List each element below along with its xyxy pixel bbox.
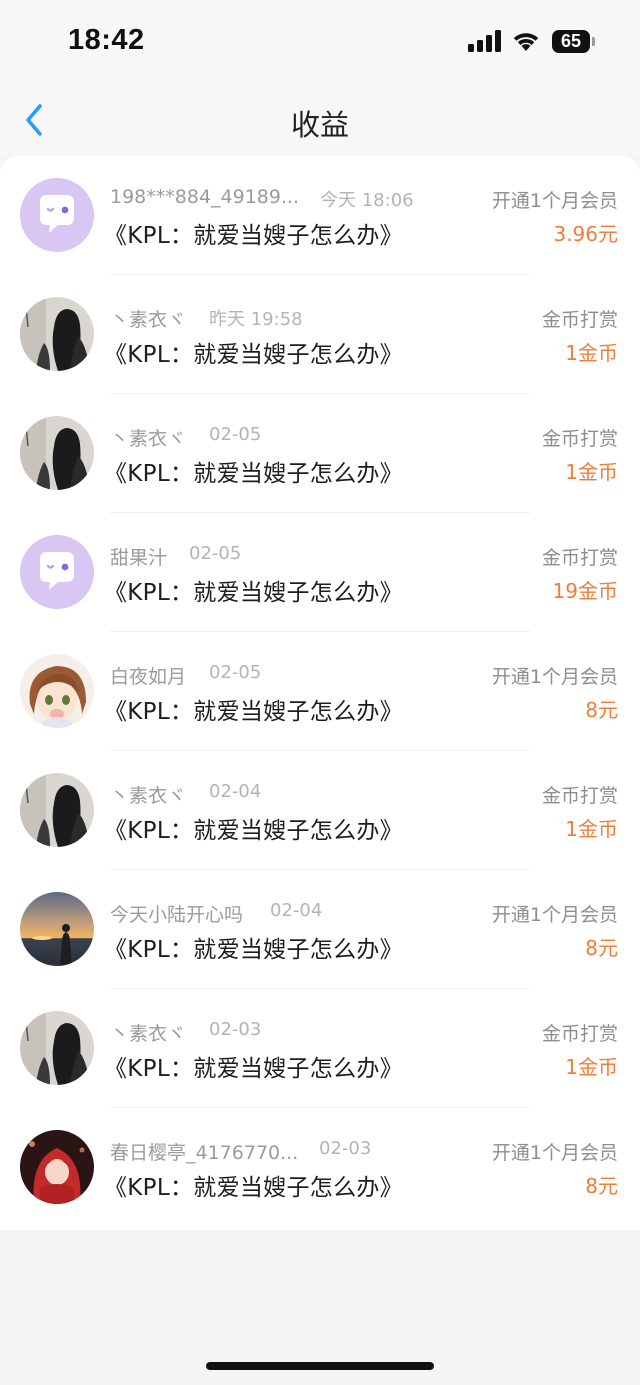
work-title: 《KPL：就爱当嫂子怎么办》: [104, 580, 403, 606]
list-item[interactable]: 丶素衣ヾ 02-05 《KPL：就爱当嫂子怎么办》 金币打赏 1金币: [0, 394, 640, 513]
list-item[interactable]: 丶素衣ヾ 昨天 19:58 《KPL：就爱当嫂子怎么办》 金币打赏 1金币: [0, 275, 640, 394]
list-item[interactable]: 丶素衣ヾ 02-03 《KPL：就爱当嫂子怎么办》 金币打赏 1金币: [0, 989, 640, 1108]
timestamp: 02-05: [209, 424, 262, 445]
amount: 3.96元: [553, 222, 618, 246]
transaction-type: 开通1个月会员: [491, 666, 618, 688]
user-name: 198***884_49189...: [110, 186, 300, 208]
transaction-type: 金币打赏: [541, 1023, 618, 1045]
amount: 19金币: [552, 579, 618, 603]
wifi-icon: [513, 33, 539, 51]
status-bar: 18:42 65: [0, 0, 640, 86]
user-name: 甜果汁: [110, 547, 168, 569]
status-time: 18:42: [68, 24, 145, 56]
timestamp: 昨天 19:58: [209, 309, 303, 330]
transaction-type: 金币打赏: [541, 547, 618, 569]
user-name: 今天小陆开心吗: [110, 904, 244, 926]
anime-girl-avatar-icon: [20, 654, 94, 728]
work-title: 《KPL：就爱当嫂子怎么办》: [104, 1056, 403, 1082]
timestamp: 02-04: [270, 900, 323, 921]
amount: 1金币: [565, 460, 618, 484]
amount: 1金币: [565, 1055, 618, 1079]
list-item[interactable]: 甜果汁 02-05 《KPL：就爱当嫂子怎么办》 金币打赏 19金币: [0, 513, 640, 632]
work-title: 《KPL：就爱当嫂子怎么办》: [104, 818, 403, 844]
user-name: 丶素衣ヾ: [110, 428, 187, 450]
sunset-avatar-icon: [20, 892, 94, 966]
placeholder-chat-avatar-icon: [20, 178, 94, 252]
transaction-type: 金币打赏: [541, 785, 618, 807]
list-item[interactable]: 白夜如月 02-05 《KPL：就爱当嫂子怎么办》 开通1个月会员 8元: [0, 632, 640, 751]
avatar[interactable]: [20, 773, 94, 847]
avatar[interactable]: [20, 297, 94, 371]
transaction-type: 金币打赏: [541, 309, 618, 331]
earnings-list: 198***884_49189... 今天 18:06 《KPL：就爱当嫂子怎么…: [0, 156, 640, 1230]
amount: 8元: [585, 698, 618, 722]
user-name: 丶素衣ヾ: [110, 785, 187, 807]
list-item[interactable]: 今天小陆开心吗 02-04 《KPL：就爱当嫂子怎么办》 开通1个月会员 8元: [0, 870, 640, 989]
battery-cap: [592, 37, 595, 46]
transaction-type: 开通1个月会员: [491, 1142, 618, 1164]
timestamp: 02-03: [319, 1138, 372, 1159]
timestamp: 02-03: [209, 1019, 262, 1040]
navigation-bar: 收益: [0, 86, 640, 156]
timestamp: 今天 18:06: [320, 190, 414, 211]
timestamp: 02-05: [189, 543, 242, 564]
home-indicator[interactable]: [206, 1362, 434, 1370]
timestamp: 02-05: [209, 662, 262, 683]
timestamp: 02-04: [209, 781, 262, 802]
user-name: 白夜如月: [110, 666, 187, 688]
list-item[interactable]: 丶素衣ヾ 02-04 《KPL：就爱当嫂子怎么办》 金币打赏 1金币: [0, 751, 640, 870]
placeholder-chat-avatar-icon: [20, 535, 94, 609]
avatar[interactable]: [20, 1130, 94, 1204]
work-title: 《KPL：就爱当嫂子怎么办》: [104, 699, 403, 725]
dark-silhouette-avatar-icon: [20, 416, 94, 490]
transaction-type: 开通1个月会员: [491, 190, 618, 212]
dark-silhouette-avatar-icon: [20, 297, 94, 371]
list-item[interactable]: 198***884_49189... 今天 18:06 《KPL：就爱当嫂子怎么…: [0, 156, 640, 275]
amount: 8元: [585, 936, 618, 960]
dark-silhouette-avatar-icon: [20, 1011, 94, 1085]
work-title: 《KPL：就爱当嫂子怎么办》: [104, 1175, 403, 1201]
red-hood-avatar-icon: [20, 1130, 94, 1204]
battery-icon: 65: [552, 30, 595, 53]
user-name: 丶素衣ヾ: [110, 309, 187, 331]
amount: 1金币: [565, 817, 618, 841]
avatar[interactable]: [20, 535, 94, 609]
work-title: 《KPL：就爱当嫂子怎么办》: [104, 223, 403, 249]
user-name: 春日樱亭_4176770...: [110, 1142, 299, 1164]
work-title: 《KPL：就爱当嫂子怎么办》: [104, 937, 403, 963]
avatar[interactable]: [20, 1011, 94, 1085]
transaction-type: 金币打赏: [541, 428, 618, 450]
transaction-type: 开通1个月会员: [491, 904, 618, 926]
amount: 8元: [585, 1174, 618, 1198]
cellular-signal-icon: [468, 30, 501, 52]
user-name: 丶素衣ヾ: [110, 1023, 187, 1045]
amount: 1金币: [565, 341, 618, 365]
earnings-screen: 18:42 65 收益 198***884_49189... 今天 18:06 …: [0, 0, 640, 1385]
avatar[interactable]: [20, 654, 94, 728]
avatar[interactable]: [20, 178, 94, 252]
page-title: 收益: [290, 108, 349, 142]
avatar[interactable]: [20, 416, 94, 490]
battery-level: 65: [552, 30, 590, 53]
avatar[interactable]: [20, 892, 94, 966]
list-item[interactable]: 春日樱亭_4176770... 02-03 《KPL：就爱当嫂子怎么办》 开通1…: [0, 1108, 640, 1227]
work-title: 《KPL：就爱当嫂子怎么办》: [104, 342, 403, 368]
dark-silhouette-avatar-icon: [20, 773, 94, 847]
work-title: 《KPL：就爱当嫂子怎么办》: [104, 461, 403, 487]
